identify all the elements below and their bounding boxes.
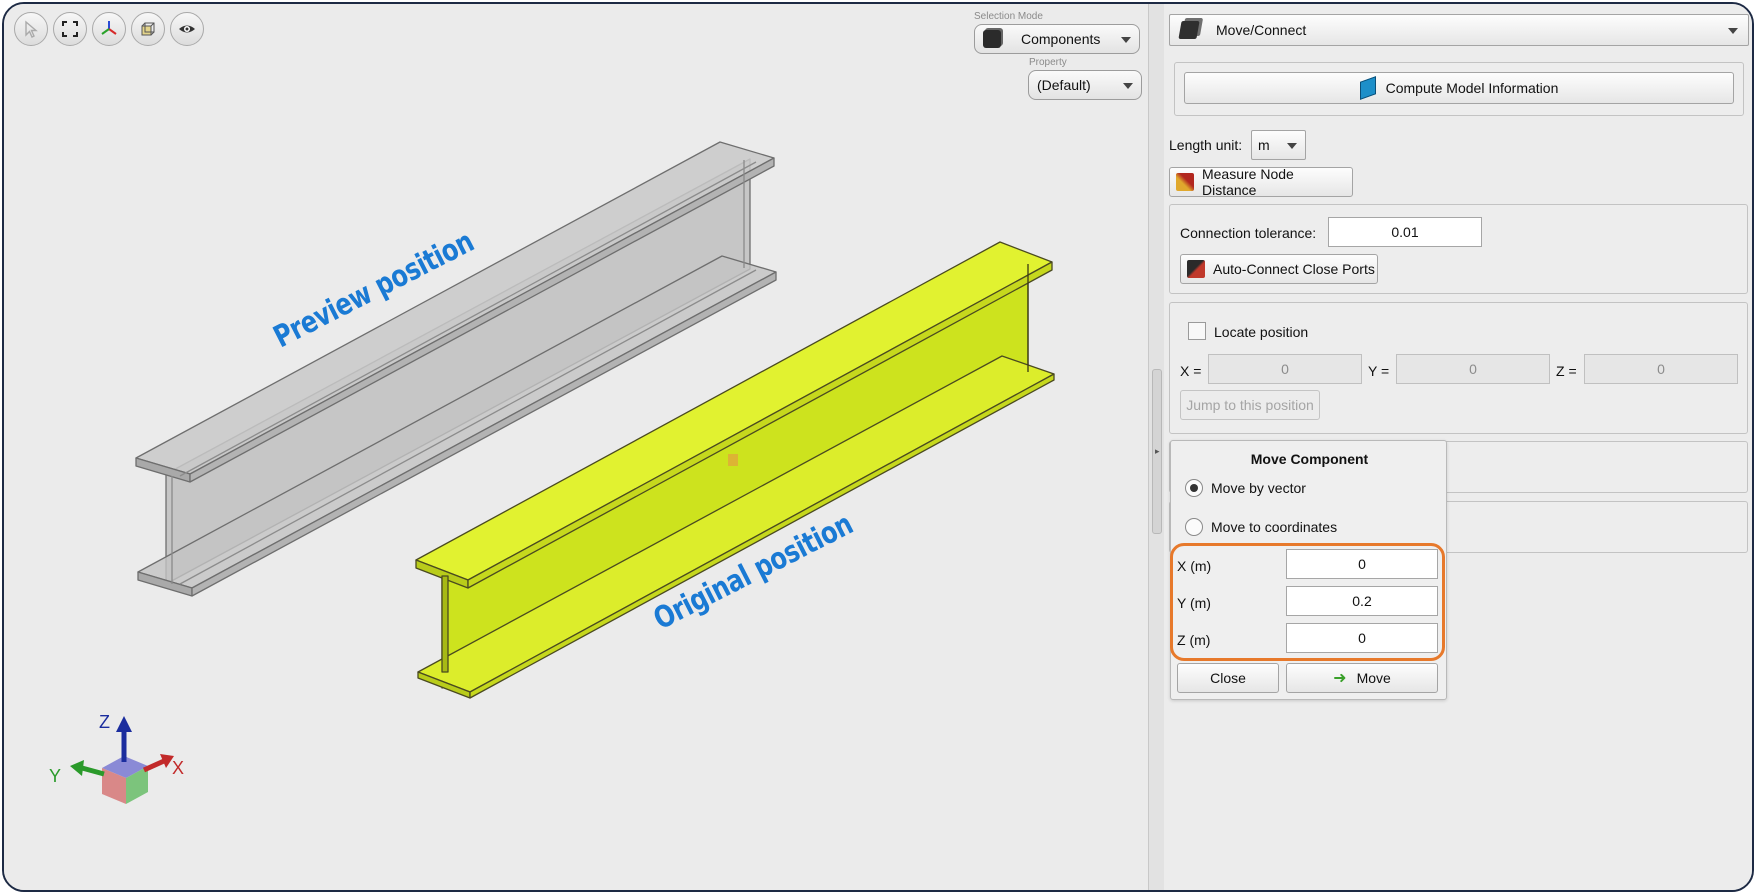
connection-tolerance-input[interactable]: 0.01 bbox=[1328, 217, 1482, 247]
y-axis-label: Y bbox=[49, 766, 62, 786]
panel-splitter[interactable]: ▸ bbox=[1148, 4, 1164, 890]
chevron-down-icon bbox=[1287, 143, 1297, 149]
locate-z-label: Z = bbox=[1556, 363, 1577, 379]
close-button[interactable]: Close bbox=[1177, 663, 1279, 693]
collapse-arrow-icon: ▸ bbox=[1155, 446, 1160, 456]
pointer-icon[interactable] bbox=[14, 12, 48, 46]
locate-z-input[interactable]: 0 bbox=[1584, 354, 1738, 384]
auto-connect-button-label: Auto-Connect Close Ports bbox=[1213, 261, 1375, 277]
axes-icon[interactable] bbox=[92, 12, 126, 46]
locate-y-label: Y = bbox=[1368, 363, 1390, 379]
move-component-title: Move Component bbox=[1250, 451, 1369, 467]
compute-button-label: Compute Model Information bbox=[1385, 80, 1559, 96]
move-button-label: Move bbox=[1356, 670, 1391, 686]
measure-node-distance-button[interactable]: Measure Node Distance bbox=[1169, 166, 1353, 198]
application-window: Selection Mode Components Property (Defa… bbox=[2, 2, 1754, 892]
move-z-label: Z (m) bbox=[1177, 632, 1211, 648]
x-axis-label: X bbox=[172, 758, 185, 778]
model-cube-icon bbox=[1359, 76, 1376, 100]
z-axis-label: Z bbox=[99, 712, 110, 732]
length-unit-dropdown[interactable]: m bbox=[1251, 130, 1306, 160]
locate-y-input[interactable]: 0 bbox=[1396, 354, 1550, 384]
locate-x-input[interactable]: 0 bbox=[1208, 354, 1362, 384]
measure-button-label: Measure Node Distance bbox=[1201, 166, 1294, 198]
ruler-icon bbox=[1176, 173, 1194, 191]
move-connect-icon bbox=[1178, 21, 1200, 39]
move-component-dialog: Move Component Move by vector Move to co… bbox=[1170, 440, 1447, 700]
move-by-vector-radio[interactable] bbox=[1185, 479, 1203, 497]
move-to-coordinates-radio[interactable] bbox=[1185, 518, 1203, 536]
3d-viewport[interactable]: Selection Mode Components Property (Defa… bbox=[4, 4, 1148, 890]
move-x-label: X (m) bbox=[1177, 558, 1212, 574]
property-dropdown[interactable]: (Default) bbox=[1028, 70, 1142, 100]
chevron-down-icon bbox=[1123, 83, 1133, 89]
fit-view-icon[interactable] bbox=[53, 12, 87, 46]
selection-mode-dropdown[interactable]: Components bbox=[974, 24, 1140, 54]
locate-position-label: Locate position bbox=[1214, 324, 1309, 340]
move-x-input[interactable]: 0 bbox=[1286, 549, 1438, 579]
selection-mode-value: Components bbox=[1021, 31, 1101, 47]
move-y-input[interactable]: 0.2 bbox=[1286, 586, 1438, 616]
move-y-label: Y (m) bbox=[1177, 595, 1211, 611]
arrow-right-icon: ➜ bbox=[1333, 670, 1347, 687]
jump-to-position-button[interactable]: Jump to this position bbox=[1180, 390, 1320, 420]
view-cube-icon[interactable] bbox=[131, 12, 165, 46]
length-unit-value: m bbox=[1258, 137, 1270, 153]
locate-x-label: X = bbox=[1180, 363, 1202, 379]
connection-tolerance-label: Connection tolerance: bbox=[1180, 225, 1317, 241]
length-unit-label: Length unit: bbox=[1169, 137, 1243, 153]
property-value: (Default) bbox=[1037, 77, 1091, 93]
chevron-down-icon bbox=[1728, 28, 1738, 34]
compute-model-information-button[interactable]: Compute Model Information bbox=[1184, 72, 1734, 104]
splitter-handle[interactable]: ▸ bbox=[1152, 369, 1162, 534]
eye-icon[interactable] bbox=[170, 12, 204, 46]
move-by-vector-label: Move by vector bbox=[1211, 480, 1306, 496]
chevron-down-icon bbox=[1121, 37, 1131, 43]
connect-ports-icon bbox=[1187, 260, 1205, 278]
move-to-coordinates-label: Move to coordinates bbox=[1211, 519, 1338, 535]
property-label: Property bbox=[1029, 57, 1067, 68]
selection-mode-label: Selection Mode bbox=[974, 11, 1043, 22]
auto-connect-close-ports-button[interactable]: Auto-Connect Close Ports bbox=[1180, 254, 1378, 284]
tool-dropdown[interactable]: Move/Connect bbox=[1169, 14, 1749, 46]
move-z-input[interactable]: 0 bbox=[1286, 623, 1438, 653]
axis-triad bbox=[70, 716, 174, 804]
move-button[interactable]: ➜ Move bbox=[1286, 663, 1438, 693]
component-cube-icon bbox=[983, 30, 1001, 48]
locate-position-checkbox[interactable] bbox=[1188, 322, 1206, 340]
tool-dropdown-value: Move/Connect bbox=[1216, 22, 1307, 38]
